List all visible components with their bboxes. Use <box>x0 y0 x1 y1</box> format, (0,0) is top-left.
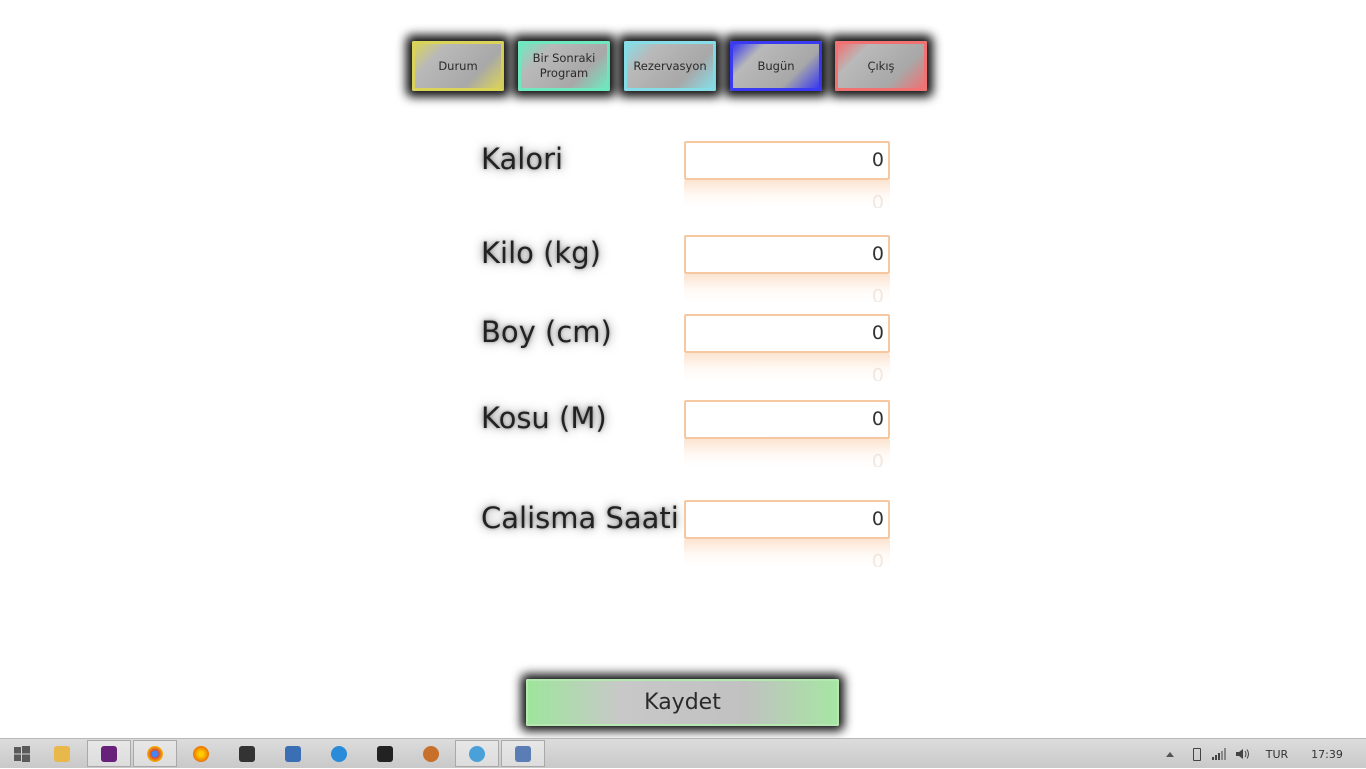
kalori-input[interactable]: 0 <box>684 141 890 180</box>
calisma-saati-input[interactable]: 0 <box>684 500 890 539</box>
cikis-button-label: Çıkış <box>867 58 895 73</box>
show-hidden-icons-button[interactable] <box>1162 739 1178 769</box>
kosu-label: Kosu (M) <box>481 401 607 435</box>
kosu-input-reflection: 0 <box>684 439 890 467</box>
taskbar: TUR 17:39 <box>0 738 1366 768</box>
clock[interactable]: 17:39 <box>1302 739 1352 769</box>
taskbar-media-player[interactable] <box>409 740 453 767</box>
speaker-icon <box>1236 749 1249 759</box>
cikis-button[interactable]: Çıkış <box>835 41 927 91</box>
language-text: TUR <box>1265 747 1289 761</box>
taskbar-file-explorer[interactable] <box>40 740 84 767</box>
app-window: Durum Bir Sonraki Program Rezervasyon Bu… <box>0 0 1366 738</box>
calisma-saati-reflection-text: 0 <box>871 549 884 567</box>
kilo-input-reflection: 0 <box>684 274 890 302</box>
rezervasyon-button[interactable]: Rezervasyon <box>624 41 716 91</box>
kalori-reflection-text: 0 <box>871 190 884 208</box>
kalori-label: Kalori <box>481 142 564 176</box>
calisma-saati-input-reflection: 0 <box>684 539 890 567</box>
media-player-icon <box>423 745 439 762</box>
network-tray-icon[interactable] <box>1210 739 1228 769</box>
taskbar-console[interactable] <box>225 740 269 767</box>
taskbar-java-app[interactable] <box>501 740 545 767</box>
durum-button-label: Durum <box>438 58 478 73</box>
visual-studio-icon <box>101 745 117 762</box>
console-icon <box>239 745 255 762</box>
taskbar-visual-studio[interactable] <box>87 740 131 767</box>
battery-icon <box>1193 747 1201 761</box>
kalori-input-reflection: 0 <box>684 180 890 208</box>
volume-tray-icon[interactable] <box>1234 739 1252 769</box>
boy-input-reflection: 0 <box>684 353 890 381</box>
boy-label: Boy (cm) <box>481 315 612 349</box>
rss-icon <box>377 745 393 762</box>
kaydet-button-label: Kaydet <box>644 690 721 715</box>
taskbar-virtualbox[interactable] <box>271 740 315 767</box>
start-button[interactable] <box>0 740 44 767</box>
clock-time: 17:39 <box>1311 747 1343 761</box>
boy-input[interactable]: 0 <box>684 314 890 353</box>
durum-button[interactable]: Durum <box>412 41 504 91</box>
kosu-input[interactable]: 0 <box>684 400 890 439</box>
kaydet-button[interactable]: Kaydet <box>526 679 839 726</box>
next-program-button-label: Bir Sonraki Program <box>532 51 596 80</box>
taskbar-rss[interactable] <box>363 740 407 767</box>
windows-logo-icon <box>14 745 30 762</box>
bugun-button-label: Bugün <box>757 58 795 73</box>
taskbar-paint[interactable] <box>455 740 499 767</box>
taskbar-firefox[interactable] <box>179 740 223 767</box>
bugun-button[interactable]: Bugün <box>730 41 822 91</box>
kosu-reflection-text: 0 <box>871 449 884 467</box>
chrome-icon <box>147 745 163 762</box>
file-explorer-icon <box>54 745 70 762</box>
signal-bars-icon <box>1212 748 1226 760</box>
taskbar-torrent[interactable] <box>317 740 361 767</box>
rezervasyon-button-label: Rezervasyon <box>633 58 707 73</box>
calisma-saati-label: Calisma Saati <box>481 501 679 535</box>
chevron-up-icon <box>1166 751 1174 757</box>
kilo-input[interactable]: 0 <box>684 235 890 274</box>
kilo-reflection-text: 0 <box>871 284 884 302</box>
taskbar-chrome[interactable] <box>133 740 177 767</box>
firefox-icon <box>193 745 209 762</box>
virtualbox-icon <box>285 745 301 762</box>
java-app-icon <box>515 745 531 762</box>
boy-reflection-text: 0 <box>871 363 884 381</box>
torrent-icon <box>331 745 347 762</box>
kilo-label: Kilo (kg) <box>481 236 601 270</box>
paint-icon <box>469 745 485 762</box>
next-program-button[interactable]: Bir Sonraki Program <box>518 41 610 91</box>
language-indicator[interactable]: TUR <box>1258 739 1296 769</box>
battery-tray-icon[interactable] <box>1189 739 1205 769</box>
